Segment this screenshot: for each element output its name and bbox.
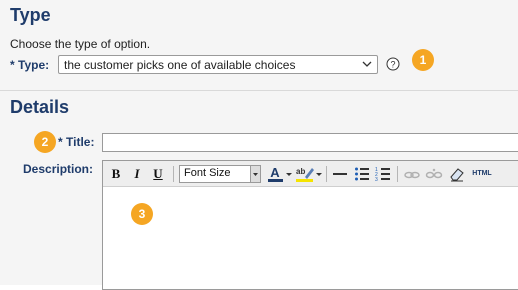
svg-text:?: ? xyxy=(390,60,395,70)
bold-button[interactable]: B xyxy=(109,165,123,183)
type-label: * Type: xyxy=(10,58,50,72)
font-size-select[interactable]: Font Size xyxy=(179,165,261,183)
toolbar-separator xyxy=(397,166,398,182)
title-label: * Title: xyxy=(58,135,95,149)
font-size-label: Font Size xyxy=(184,167,231,179)
details-section: Details 2 * Title: Description: B I U Fo… xyxy=(0,91,518,290)
details-heading: Details xyxy=(10,97,70,117)
type-select-value: the customer picks one of available choi… xyxy=(64,58,296,72)
font-color-icon[interactable]: A xyxy=(267,165,293,183)
toolbar-separator xyxy=(173,166,174,182)
chevron-down-icon xyxy=(362,61,372,67)
step-badge-3: 3 xyxy=(131,203,153,225)
numbered-list-icon[interactable]: 1 2 3 xyxy=(375,165,391,183)
horizontal-rule-icon[interactable] xyxy=(332,165,348,183)
type-section: Type Choose the type of option. * Type: … xyxy=(0,0,518,90)
underline-button[interactable]: U xyxy=(151,165,165,183)
editor-content-area[interactable] xyxy=(103,187,518,289)
type-select[interactable]: the customer picks one of available choi… xyxy=(58,55,378,74)
editor-toolbar: B I U Font Size A ab 1 2 3 HTML xyxy=(103,161,518,187)
chevron-down-icon xyxy=(250,166,260,182)
step-badge-1: 1 xyxy=(412,49,434,71)
link-icon[interactable] xyxy=(403,165,421,183)
type-heading: Type xyxy=(10,5,51,25)
italic-button[interactable]: I xyxy=(130,165,144,183)
eraser-icon[interactable] xyxy=(448,165,466,183)
question-circle-icon[interactable]: ? xyxy=(386,57,400,71)
toolbar-separator xyxy=(326,166,327,182)
unlink-icon[interactable] xyxy=(425,165,443,183)
svg-text:3: 3 xyxy=(375,177,378,183)
type-description: Choose the type of option. xyxy=(10,37,151,51)
highlight-color-icon[interactable]: ab xyxy=(295,165,323,183)
description-label: Description: xyxy=(23,162,94,176)
svg-text:A: A xyxy=(270,165,280,180)
svg-text:ab: ab xyxy=(296,167,305,176)
html-source-button[interactable]: HTML xyxy=(470,165,494,183)
title-input[interactable] xyxy=(102,133,518,152)
step-badge-2: 2 xyxy=(34,131,56,153)
description-editor[interactable]: B I U Font Size A ab 1 2 3 HTML xyxy=(102,160,518,290)
bullet-list-icon[interactable] xyxy=(354,165,370,183)
